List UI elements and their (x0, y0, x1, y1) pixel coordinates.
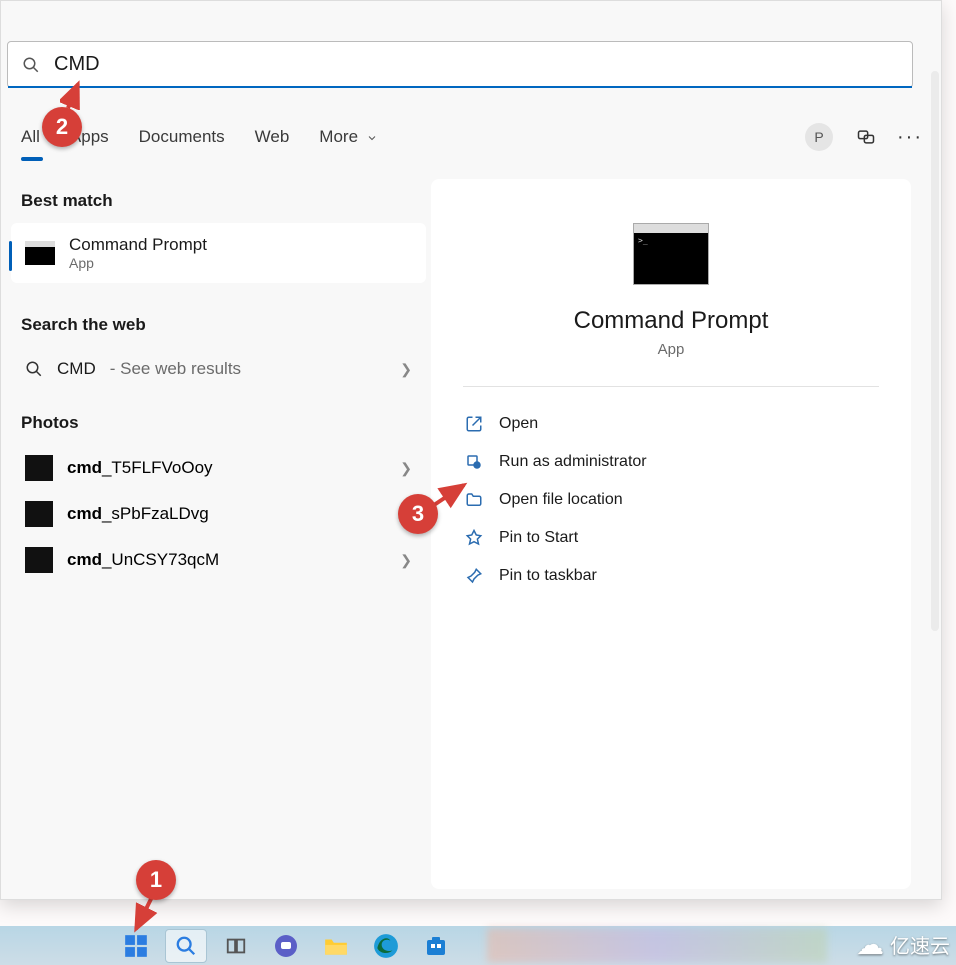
chat-icon[interactable] (855, 126, 877, 148)
store-icon (424, 934, 448, 958)
annotation-callout-2: 2 (42, 107, 82, 147)
action-pin-start[interactable]: Pin to Start (451, 519, 891, 557)
action-file-location[interactable]: Open file location (451, 481, 891, 519)
edge-icon (373, 933, 399, 959)
taskbar-chat[interactable] (265, 929, 307, 963)
open-icon (465, 415, 483, 433)
chevron-right-icon: ❯ (400, 552, 412, 569)
action-pin-taskbar[interactable]: Pin to taskbar (451, 557, 891, 595)
annotation-callout-1: 1 (136, 860, 176, 900)
results-left-column: Best match Command Prompt App Search the… (11, 179, 426, 583)
details-title: Command Prompt (451, 307, 891, 335)
tab-all[interactable]: All (21, 127, 40, 147)
search-window: All Apps Documents Web More P ··· Best m… (0, 0, 942, 900)
tab-web[interactable]: Web (255, 127, 290, 147)
tab-more[interactable]: More (319, 127, 377, 147)
action-pin-start-label: Pin to Start (499, 529, 578, 547)
windows-icon (123, 933, 149, 959)
annotation-arrow (432, 479, 472, 509)
photo-name-rest: _sPbFzaLDvg (102, 504, 209, 523)
action-open-label: Open (499, 415, 538, 433)
action-run-admin-label: Run as administrator (499, 453, 647, 471)
search-box[interactable] (7, 41, 913, 88)
chat-icon (274, 934, 298, 958)
taskbar-store[interactable] (415, 929, 457, 963)
chevron-down-icon (366, 132, 378, 144)
photo-thumb-icon (25, 547, 53, 573)
photo-name-rest: _UnCSY73qcM (102, 550, 219, 569)
taskbar-explorer[interactable] (315, 929, 357, 963)
user-avatar[interactable]: P (805, 123, 833, 151)
pin-icon (465, 529, 483, 547)
action-run-admin[interactable]: Run as administrator (451, 443, 891, 481)
section-search-web: Search the web (11, 303, 426, 347)
chevron-right-icon: ❯ (400, 361, 412, 378)
section-best-match: Best match (11, 179, 426, 223)
photo-thumb-icon (25, 455, 53, 481)
taskbar-edge[interactable] (365, 929, 407, 963)
more-options-icon[interactable]: ··· (899, 126, 921, 148)
photo-result-2[interactable]: cmd_sPbFzaLDvg ❯ (11, 491, 426, 537)
details-panel: Command Prompt App Open Run as administr… (431, 179, 911, 889)
web-search-term: CMD (57, 359, 96, 379)
cloud-icon: ☁ (856, 928, 884, 961)
tab-more-label: More (319, 127, 358, 146)
tabs-row: All Apps Documents Web More P ··· (1, 113, 941, 161)
best-match-type: App (69, 255, 207, 271)
task-view-icon (225, 935, 247, 957)
chevron-right-icon: ❯ (400, 460, 412, 477)
watermark: ☁ 亿速云 (856, 928, 950, 961)
shield-icon (465, 453, 483, 471)
folder-icon (323, 935, 349, 957)
search-icon (22, 56, 40, 74)
details-type: App (451, 341, 891, 358)
taskbar-blur-region (487, 928, 827, 963)
divider (463, 386, 879, 387)
photo-name-rest: _T5FLFVoOoy (102, 458, 213, 477)
taskbar-search[interactable] (165, 929, 207, 963)
web-search-row[interactable]: CMD - See web results ❯ (11, 347, 426, 391)
annotation-arrow (130, 895, 160, 935)
photo-thumb-icon (25, 501, 53, 527)
command-prompt-icon (25, 241, 55, 265)
annotation-arrow (60, 80, 90, 110)
section-photos: Photos (11, 401, 426, 445)
web-search-suffix: - See web results (110, 359, 241, 379)
photo-result-3[interactable]: cmd_UnCSY73qcM ❯ (11, 537, 426, 583)
search-focus-underline (8, 86, 912, 88)
photo-name-bold: cmd (67, 550, 102, 569)
search-input[interactable] (54, 53, 898, 76)
watermark-text: 亿速云 (890, 930, 950, 959)
annotation-callout-3: 3 (398, 494, 438, 534)
pin-icon (465, 567, 483, 585)
action-pin-taskbar-label: Pin to taskbar (499, 567, 597, 585)
action-file-location-label: Open file location (499, 491, 623, 509)
photo-name-bold: cmd (67, 458, 102, 477)
action-open[interactable]: Open (451, 405, 891, 443)
best-match-result[interactable]: Command Prompt App (11, 223, 426, 283)
command-prompt-icon (633, 223, 709, 285)
search-icon (175, 935, 197, 957)
search-icon (25, 360, 43, 378)
photo-name-bold: cmd (67, 504, 102, 523)
taskbar-task-view[interactable] (215, 929, 257, 963)
photo-result-1[interactable]: cmd_T5FLFVoOoy ❯ (11, 445, 426, 491)
best-match-title: Command Prompt (69, 235, 207, 255)
tab-documents[interactable]: Documents (139, 127, 225, 147)
